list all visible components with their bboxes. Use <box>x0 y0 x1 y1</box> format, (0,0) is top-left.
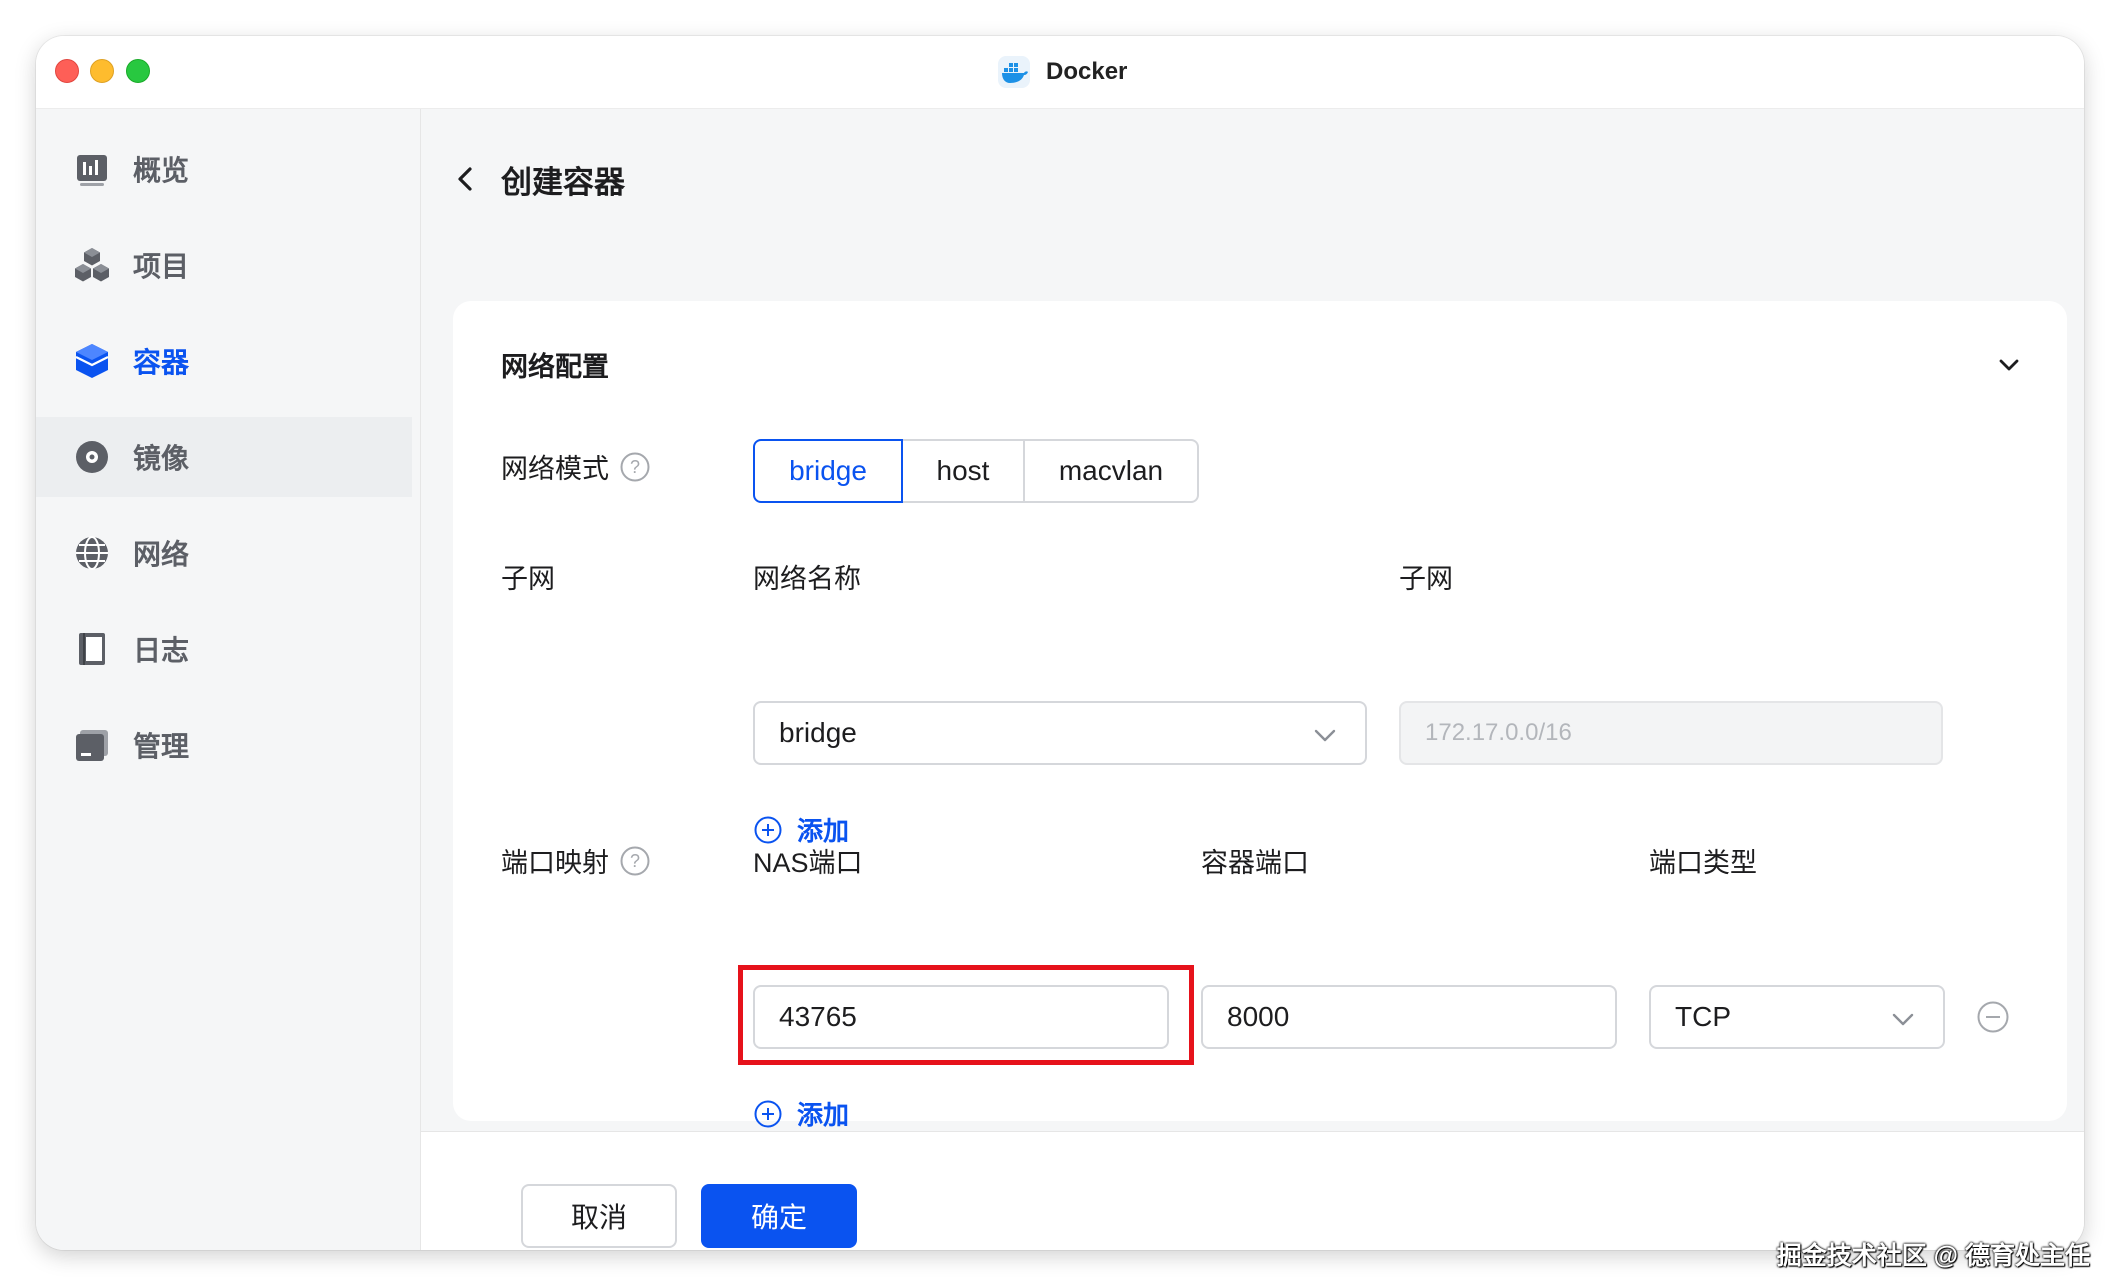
container-port-value: 8000 <box>1227 1001 1290 1032</box>
container-icon <box>75 344 109 378</box>
sidebar-item-label: 管理 <box>133 731 190 762</box>
zoom-window-button[interactable] <box>126 59 150 83</box>
section-title: 网络配置 <box>501 352 609 382</box>
network-mode-segmented-control: bridge host macvlan <box>753 439 1199 503</box>
svg-text:?: ? <box>630 851 640 871</box>
network-mode-label: 网络模式 <box>501 454 609 484</box>
help-icon[interactable]: ? <box>619 845 651 877</box>
log-icon <box>79 633 105 665</box>
sidebar-item-label: 容器 <box>133 347 190 378</box>
overview-icon <box>77 155 107 186</box>
help-icon[interactable]: ? <box>619 451 651 483</box>
network-mode-host-option[interactable]: host <box>903 439 1025 503</box>
sidebar-item-container[interactable]: 容器 <box>36 321 412 401</box>
port-type-value: TCP <box>1675 1001 1731 1032</box>
page-header: 创建容器 <box>451 149 625 209</box>
page-title: 创建容器 <box>501 164 625 200</box>
sidebar-item-label: 概览 <box>133 155 190 186</box>
network-mode-macvlan-option[interactable]: macvlan <box>1025 439 1199 503</box>
network-name-select[interactable]: bridge <box>753 701 1367 765</box>
container-port-header: 容器端口 <box>1201 848 1309 878</box>
sidebar-item-log[interactable]: 日志 <box>36 609 412 689</box>
network-name-header: 网络名称 <box>753 564 861 594</box>
network-mode-bridge-option[interactable]: bridge <box>753 439 903 503</box>
window-title-group: Docker <box>996 54 1127 90</box>
docker-logo-icon <box>998 56 1030 88</box>
remove-port-icon[interactable] <box>1976 1000 2010 1034</box>
container-port-input[interactable]: 8000 <box>1201 985 1617 1049</box>
window-title: Docker <box>1046 58 1128 85</box>
chevron-down-icon <box>1314 729 1336 742</box>
nas-port-header: NAS端口 <box>753 848 863 878</box>
subnet-field: 172.17.0.0/16 <box>1399 701 1943 765</box>
image-icon <box>76 441 108 473</box>
network-mode-label-group: 网络模式 ? <box>501 447 651 486</box>
sidebar-item-label: 网络 <box>133 539 190 570</box>
network-name-value: bridge <box>779 717 857 748</box>
sidebar-item-image[interactable]: 镜像 <box>36 417 412 497</box>
sidebar-item-manage[interactable]: 管理 <box>36 705 412 785</box>
add-port-button[interactable]: 添加 <box>753 1095 849 1132</box>
app-window: Docker 概览 项目 容器 镜像 网络 日志 管理 创建容器 网络配置 网络… <box>36 36 2084 1250</box>
network-icon <box>76 536 108 570</box>
port-type-header: 端口类型 <box>1649 848 1757 878</box>
plus-circle-icon <box>754 816 782 843</box>
chevron-down-icon <box>1892 1013 1914 1026</box>
close-window-button[interactable] <box>55 59 79 83</box>
network-config-card: 网络配置 网络模式 ? bridge host macvlan 子网 网络名称 … <box>453 301 2067 1130</box>
main-content: 创建容器 网络配置 网络模式 ? bridge host macvlan 子网 … <box>421 109 2084 1250</box>
watermark: 掘金技术社区 @ 德育处主任 <box>1776 1242 2090 1270</box>
minimize-window-button[interactable] <box>90 59 114 83</box>
sidebar-item-label: 日志 <box>133 635 190 666</box>
back-arrow-icon[interactable] <box>451 164 481 194</box>
subnet-label: 子网 <box>501 564 555 594</box>
sidebar-item-project[interactable]: 项目 <box>36 225 412 305</box>
port-mapping-label-group: 端口映射 ? <box>501 841 651 880</box>
sidebar-item-network[interactable]: 网络 <box>36 513 412 593</box>
add-port-label: 添加 <box>797 1100 850 1130</box>
port-type-select[interactable]: TCP <box>1649 985 1945 1049</box>
manage-icon <box>76 730 108 761</box>
sidebar-item-label: 镜像 <box>133 443 190 474</box>
subnet-value: 172.17.0.0/16 <box>1425 719 1572 746</box>
chevron-down-icon[interactable] <box>1995 351 2023 379</box>
subnet-header: 子网 <box>1399 564 1453 594</box>
plus-circle-icon <box>754 1100 782 1127</box>
sidebar: 概览 项目 容器 镜像 网络 日志 管理 <box>36 109 421 1250</box>
footer-bar: 取消 确定 <box>421 1131 2084 1250</box>
confirm-button[interactable]: 确定 <box>701 1184 857 1248</box>
sidebar-item-label: 项目 <box>133 251 190 282</box>
title-bar: Docker <box>36 36 2084 109</box>
sidebar-item-overview[interactable]: 概览 <box>36 129 412 209</box>
project-icon <box>75 248 109 282</box>
highlight-annotation <box>738 965 1194 1065</box>
svg-text:?: ? <box>630 457 640 477</box>
cancel-button[interactable]: 取消 <box>521 1184 677 1248</box>
port-mapping-label: 端口映射 <box>501 848 609 878</box>
